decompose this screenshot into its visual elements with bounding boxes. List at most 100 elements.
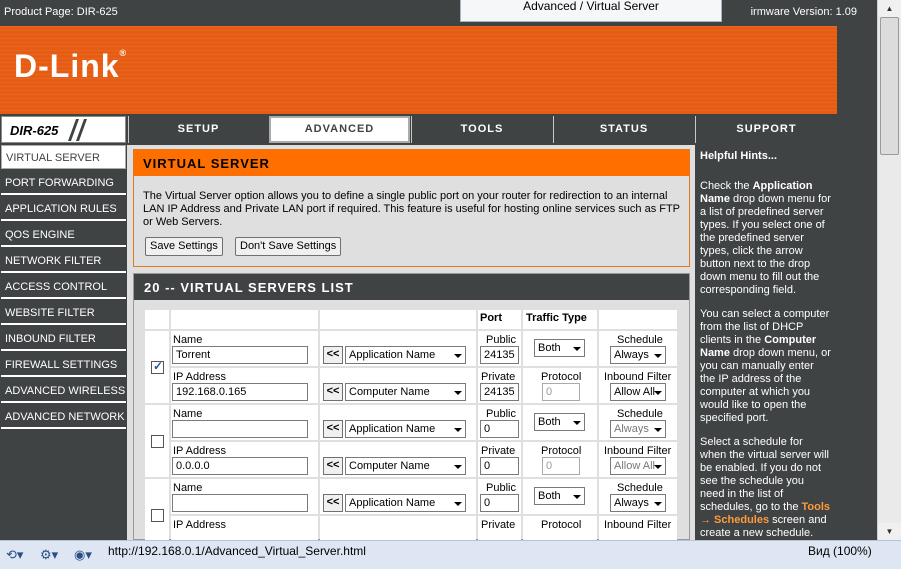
sidebar-item-network-filter[interactable]: NETWORK FILTER xyxy=(1,249,126,273)
model-name: DIR-625 xyxy=(10,123,59,138)
schedule-label: Schedule xyxy=(617,408,663,420)
traffic-type-header: Traffic Type xyxy=(526,312,587,324)
dlink-banner: D-Link® xyxy=(0,26,837,114)
sidebar-item-inbound-filter[interactable]: INBOUND FILTER xyxy=(1,327,126,351)
inbound-filter-label: Inbound Filter xyxy=(604,371,672,383)
row-3-schedule-select[interactable]: Always xyxy=(610,494,666,512)
private-label: Private xyxy=(481,519,516,531)
scroll-thumb[interactable] xyxy=(880,17,899,155)
browser-window: Product Page: DIR-625 irmware Version: 1… xyxy=(0,0,901,569)
inbound-filter-label: Inbound Filter xyxy=(604,519,672,531)
status-url: http://192.168.0.1/Advanced_Virtual_Serv… xyxy=(108,544,366,558)
row-1-ip-input[interactable]: 192.168.0.165 xyxy=(172,383,308,401)
network-icon[interactable]: ⚙▾ xyxy=(40,547,58,563)
name-label: Name xyxy=(173,408,203,420)
row-1-application-select[interactable]: Application Name xyxy=(345,346,466,364)
row-1-inbound-filter-select[interactable]: Allow All xyxy=(610,383,666,401)
public-label: Public xyxy=(486,408,516,420)
row-1-protocol-input[interactable]: 0 xyxy=(542,383,580,401)
browser-status-bar: ⟲▾ ⚙▾ ◉▾ http://192.168.0.1/Advanced_Vir… xyxy=(0,540,901,569)
sidebar-item-port-forwarding[interactable]: PORT FORWARDING xyxy=(1,171,126,195)
vertical-scrollbar[interactable]: ▲ ▼ xyxy=(877,0,901,540)
row-1-computer-select[interactable]: Computer Name xyxy=(345,383,466,401)
scroll-up-icon[interactable]: ▲ xyxy=(878,0,901,17)
row-3-computer-cell xyxy=(320,516,476,540)
sidebar-item-advanced-wireless[interactable]: ADVANCED WIRELESS xyxy=(1,379,126,403)
private-label: Private xyxy=(481,371,516,383)
save-settings-button[interactable]: Save Settings xyxy=(145,237,223,256)
row-2-application-select[interactable]: Application Name xyxy=(345,420,466,438)
row-3-name-input[interactable] xyxy=(172,494,308,512)
row-2-protocol-input[interactable]: 0 xyxy=(542,457,580,475)
hint-application-name: Check the Application Name drop down men… xyxy=(700,180,831,296)
row-1-copy-app-button[interactable]: << xyxy=(323,346,343,364)
hint-computer-name: You can select a computer from the list … xyxy=(700,308,831,424)
schedule-label: Schedule xyxy=(617,482,663,494)
row-1-traffic-type-select[interactable]: Both xyxy=(534,339,585,357)
hints-right-filler xyxy=(837,145,877,540)
product-page-label: Product Page: DIR-625 xyxy=(4,6,118,18)
scroll-down-icon[interactable]: ▼ xyxy=(878,523,901,540)
row-2-enable-checkbox[interactable] xyxy=(151,435,164,448)
zoom-indicator[interactable]: Вид (100%) xyxy=(808,544,872,558)
name-label: Name xyxy=(173,482,203,494)
row-2-traffic-type-select[interactable]: Both xyxy=(534,413,585,431)
hint-schedule: Select a schedule for when the virtual s… xyxy=(700,436,831,539)
dlink-logo: D-Link® xyxy=(14,48,128,84)
section-title: VIRTUAL SERVER xyxy=(134,150,689,178)
dont-save-settings-button[interactable]: Don't Save Settings xyxy=(235,237,342,256)
row-3-enable-checkbox[interactable] xyxy=(151,509,164,522)
header-cell-app xyxy=(320,310,476,329)
row-2-ip-input[interactable]: 0.0.0.0 xyxy=(172,457,308,475)
header-cell-port: Port xyxy=(478,310,521,329)
tab-setup[interactable]: SETUP xyxy=(128,116,268,143)
row-2-public-port-input[interactable]: 0 xyxy=(480,420,519,438)
tab-advanced[interactable]: ADVANCED xyxy=(269,116,410,143)
row-2-computer-select[interactable]: Computer Name xyxy=(345,457,466,475)
sidebar-item-website-filter[interactable]: WEBSITE FILTER xyxy=(1,301,126,325)
row-1-schedule-select[interactable]: Always xyxy=(610,346,666,364)
row-3-copy-app-button[interactable]: << xyxy=(323,494,343,512)
hints-title: Helpful Hints... xyxy=(700,150,777,162)
security-icon[interactable]: ◉▾ xyxy=(74,547,92,563)
list-title: 20 -- VIRTUAL SERVERS LIST xyxy=(134,274,689,300)
sidebar-item-access-control[interactable]: ACCESS CONTROL xyxy=(1,275,126,299)
sidebar-item-advanced-network[interactable]: ADVANCED NETWORK xyxy=(1,405,126,429)
model-badge: DIR-625 xyxy=(1,116,126,143)
tab-status[interactable]: STATUS xyxy=(553,116,694,143)
row-2-copy-app-button[interactable]: << xyxy=(323,420,343,438)
ip-address-label: IP Address xyxy=(173,371,226,383)
refresh-icon[interactable]: ⟲▾ xyxy=(6,547,23,563)
header-cell-check xyxy=(145,310,169,329)
row-1-public-port-input[interactable]: 24135 xyxy=(480,346,519,364)
row-3-traffic-type-select[interactable]: Both xyxy=(534,487,585,505)
row-3-application-select[interactable]: Application Name xyxy=(345,494,466,512)
row-2-copy-computer-button[interactable]: << xyxy=(323,457,343,475)
firmware-version-label: irmware Version: 1.09 xyxy=(750,6,857,18)
sidebar-item-virtual-server[interactable]: VIRTUAL SERVER xyxy=(1,145,126,169)
sidebar-item-application-rules[interactable]: APPLICATION RULES xyxy=(1,197,126,221)
protocol-label: Protocol xyxy=(541,519,582,531)
row-2-private-port-input[interactable]: 0 xyxy=(480,457,519,475)
row-2-schedule-select[interactable]: Always xyxy=(610,420,666,438)
ip-address-label: IP Address xyxy=(173,445,226,457)
virtual-server-intro: VIRTUAL SERVER The Virtual Server option… xyxy=(133,149,690,267)
row-2-inbound-filter-select[interactable]: Allow All xyxy=(610,457,666,475)
page-title-tooltip: Advanced / Virtual Server xyxy=(460,0,722,22)
sidebar: VIRTUAL SERVER PORT FORWARDING APPLICATI… xyxy=(0,145,127,540)
row-1-copy-computer-button[interactable]: << xyxy=(323,383,343,401)
name-label: Name xyxy=(173,334,203,346)
private-label: Private xyxy=(481,445,516,457)
row-1-enable-checkbox[interactable] xyxy=(151,359,164,374)
row-2-name-input[interactable] xyxy=(172,420,308,438)
tab-support[interactable]: SUPPORT xyxy=(695,116,837,143)
sidebar-item-firewall-settings[interactable]: FIREWALL SETTINGS xyxy=(1,353,126,377)
sidebar-item-qos-engine[interactable]: QOS ENGINE xyxy=(1,223,126,247)
row-1-name-input[interactable]: Torrent xyxy=(172,346,308,364)
schedule-label: Schedule xyxy=(617,334,663,346)
banner-right-filler xyxy=(837,26,877,114)
tab-tools[interactable]: TOOLS xyxy=(411,116,552,143)
intro-description: The Virtual Server option allows you to … xyxy=(143,190,680,228)
row-3-public-port-input[interactable]: 0 xyxy=(480,494,519,512)
row-1-private-port-input[interactable]: 24135 xyxy=(480,383,519,401)
